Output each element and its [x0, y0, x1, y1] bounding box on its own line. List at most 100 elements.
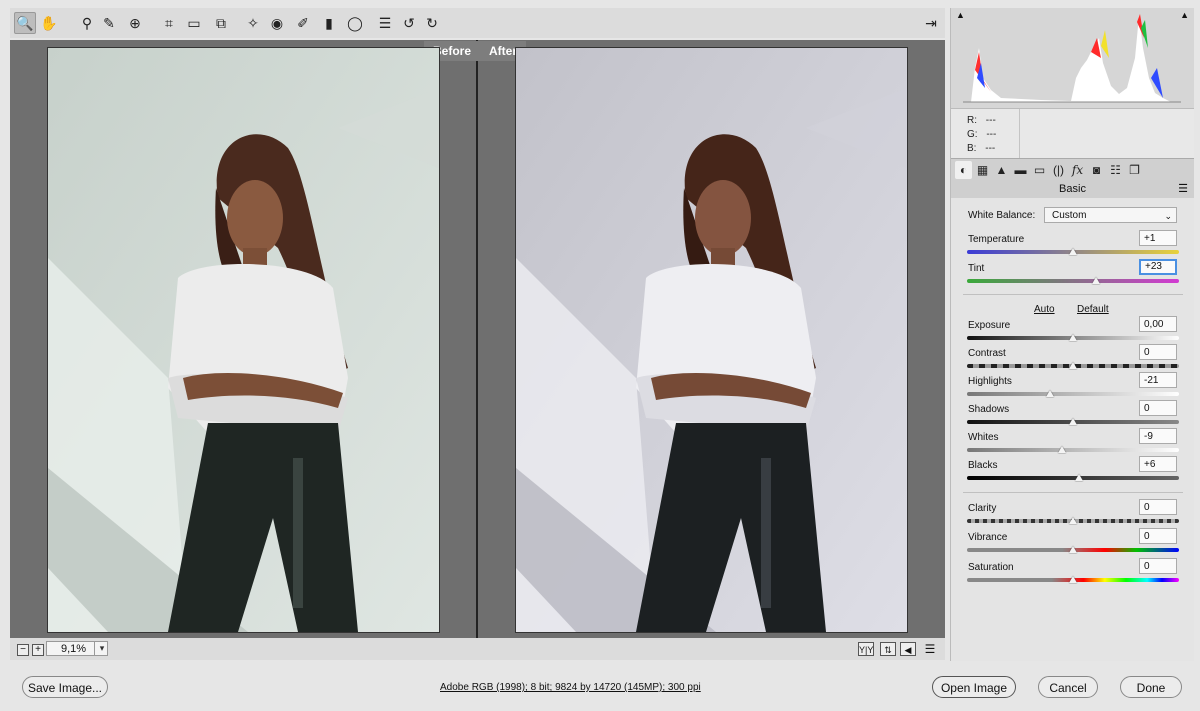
- default-link[interactable]: Default: [1077, 304, 1109, 315]
- crop-tool-icon[interactable]: ⌗: [158, 12, 180, 34]
- tone-curve-tab-icon[interactable]: ▦: [974, 161, 991, 179]
- straighten-tool-icon[interactable]: ▭: [183, 12, 205, 34]
- snapshots-tab-icon[interactable]: ❐: [1126, 161, 1143, 179]
- auto-link[interactable]: Auto: [1034, 304, 1055, 315]
- detail-tab-icon[interactable]: ▲: [993, 161, 1010, 179]
- tint-slider-handle[interactable]: [1092, 277, 1101, 284]
- temperature-slider-handle[interactable]: [1069, 248, 1077, 255]
- highlights-label: Highlights: [968, 376, 1012, 387]
- vibrance-value-field[interactable]: 0: [1139, 528, 1177, 544]
- clarity-label: Clarity: [968, 503, 997, 514]
- blacks-slider-handle[interactable]: [1075, 474, 1084, 481]
- vibrance-slider-handle[interactable]: [1069, 546, 1077, 553]
- histogram: ▲ ▲: [951, 8, 1194, 108]
- rotate-right-icon[interactable]: ↻: [421, 12, 443, 34]
- preferences-icon[interactable]: ☰: [374, 12, 396, 34]
- section-title: Basic: [951, 180, 1194, 198]
- clarity-value-field[interactable]: 0: [1139, 499, 1177, 515]
- graduated-filter-icon[interactable]: ▮: [318, 12, 340, 34]
- zoom-level-value: 9,1%: [61, 643, 87, 655]
- readout-r: R: ---: [967, 115, 996, 126]
- spot-removal-icon[interactable]: ✧: [242, 12, 264, 34]
- rotate-left-icon[interactable]: ↺: [398, 12, 420, 34]
- hsl-tab-icon[interactable]: ▬: [1012, 161, 1029, 179]
- white-balance-value: Custom: [1052, 210, 1087, 221]
- before-photo-image: [48, 48, 439, 632]
- exposure-label: Exposure: [968, 320, 1011, 331]
- before-after-view-icon[interactable]: Y|Y: [858, 642, 874, 656]
- targeted-adjustment-icon[interactable]: ⊕: [124, 12, 146, 34]
- hand-tool-icon[interactable]: ✋: [38, 12, 60, 34]
- radial-filter-icon[interactable]: ◯: [344, 12, 366, 34]
- fullscreen-icon[interactable]: ⇥: [920, 12, 942, 34]
- saturation-slider-handle[interactable]: [1069, 576, 1077, 583]
- camera-calibration-tab-icon[interactable]: ◙: [1088, 161, 1105, 179]
- status-bar: − + 9,1% ▾ Y|Y ⇅ ◀ ☰: [10, 638, 945, 660]
- lens-corrections-tab-icon[interactable]: (|): [1050, 161, 1067, 179]
- swap-settings-icon[interactable]: ⇅: [880, 642, 896, 656]
- readout-g: G: ---: [967, 129, 997, 140]
- whites-slider-handle[interactable]: [1058, 446, 1067, 453]
- copy-settings-icon[interactable]: ◀: [900, 642, 916, 656]
- vibrance-label: Vibrance: [968, 532, 1008, 543]
- split-toning-tab-icon[interactable]: ▭: [1031, 161, 1048, 179]
- effects-tab-icon[interactable]: fx: [1069, 161, 1086, 179]
- panel-menu-icon[interactable]: ☰: [1178, 180, 1188, 198]
- rgb-readout: R: --- G: --- B: ---: [951, 108, 1194, 159]
- highlights-slider-handle[interactable]: [1045, 390, 1054, 397]
- clarity-slider-handle[interactable]: [1069, 517, 1077, 524]
- save-image-button[interactable]: Save Image...: [22, 676, 108, 698]
- basic-tab-icon[interactable]: ◐: [955, 161, 972, 179]
- contrast-label: Contrast: [968, 348, 1006, 359]
- section-separator: [963, 294, 1183, 295]
- tint-value-field[interactable]: +23: [1139, 259, 1177, 275]
- done-button[interactable]: Done: [1120, 676, 1182, 698]
- adjustment-brush-icon[interactable]: ✐: [292, 12, 314, 34]
- transform-tool-icon[interactable]: ⧉: [210, 12, 232, 34]
- histogram-graph: [963, 14, 1181, 103]
- readout-b: B: ---: [967, 143, 996, 154]
- after-photo-image: [516, 48, 907, 632]
- toolbar: 🔍 ✋ ⚲ ✎ ⊕ ⌗ ▭ ⧉ ✧ ◉ ✐ ▮ ◯ ☰ ↺ ↻: [10, 8, 945, 38]
- white-balance-label: White Balance:: [968, 210, 1036, 221]
- zoom-in-button[interactable]: +: [32, 644, 44, 656]
- before-after-divider: [476, 40, 478, 638]
- tint-slider-track[interactable]: [967, 279, 1179, 283]
- blacks-value-field[interactable]: +6: [1139, 456, 1177, 472]
- shadows-slider-handle[interactable]: [1069, 418, 1077, 425]
- highlights-slider-track[interactable]: [967, 392, 1179, 396]
- zoom-out-button[interactable]: −: [17, 644, 29, 656]
- open-image-button[interactable]: Open Image: [932, 676, 1016, 698]
- temperature-value-field[interactable]: +1: [1139, 230, 1177, 246]
- chevron-down-icon[interactable]: ▾: [94, 641, 109, 656]
- zoom-tool-icon[interactable]: 🔍: [14, 12, 36, 34]
- whites-value-field[interactable]: -9: [1139, 428, 1177, 444]
- cancel-button[interactable]: Cancel: [1038, 676, 1098, 698]
- after-photo: [515, 47, 908, 633]
- temperature-label: Temperature: [968, 234, 1025, 245]
- saturation-label: Saturation: [968, 562, 1014, 573]
- white-balance-tool-icon[interactable]: ⚲: [76, 12, 98, 34]
- highlights-value-field[interactable]: -21: [1139, 372, 1177, 388]
- workflow-options-link[interactable]: Adobe RGB (1998); 8 bit; 9824 by 14720 (…: [440, 682, 701, 693]
- toggle-settings-icon[interactable]: ☰: [922, 642, 938, 656]
- chevron-down-icon: ⌄: [1164, 211, 1172, 221]
- tint-label: Tint: [968, 263, 985, 274]
- shadows-label: Shadows: [968, 404, 1010, 415]
- contrast-slider-handle[interactable]: [1069, 362, 1077, 369]
- shadows-value-field[interactable]: 0: [1139, 400, 1177, 416]
- blacks-slider-track[interactable]: [967, 476, 1179, 480]
- contrast-value-field[interactable]: 0: [1139, 344, 1177, 360]
- saturation-value-field[interactable]: 0: [1139, 558, 1177, 574]
- exposure-slider-handle[interactable]: [1069, 334, 1077, 341]
- color-sampler-icon[interactable]: ✎: [98, 12, 120, 34]
- white-balance-select[interactable]: Custom ⌄: [1044, 207, 1177, 223]
- panel-tabs: ◐ ▦ ▲ ▬ ▭ (|) fx ◙ ☷ ❐: [951, 158, 1194, 181]
- exposure-value-field[interactable]: 0,00: [1139, 316, 1177, 332]
- presets-tab-icon[interactable]: ☷: [1107, 161, 1124, 179]
- section-separator: [963, 492, 1183, 493]
- blacks-label: Blacks: [968, 460, 998, 471]
- adjustments-panel: ▲ ▲ R: --- G: --- B: --- ◐ ▦ ▲ ▬ ▭ (|) fx ◙ ☷ ❐ B…: [950, 8, 1194, 661]
- whites-slider-track[interactable]: [967, 448, 1179, 452]
- red-eye-icon[interactable]: ◉: [266, 12, 288, 34]
